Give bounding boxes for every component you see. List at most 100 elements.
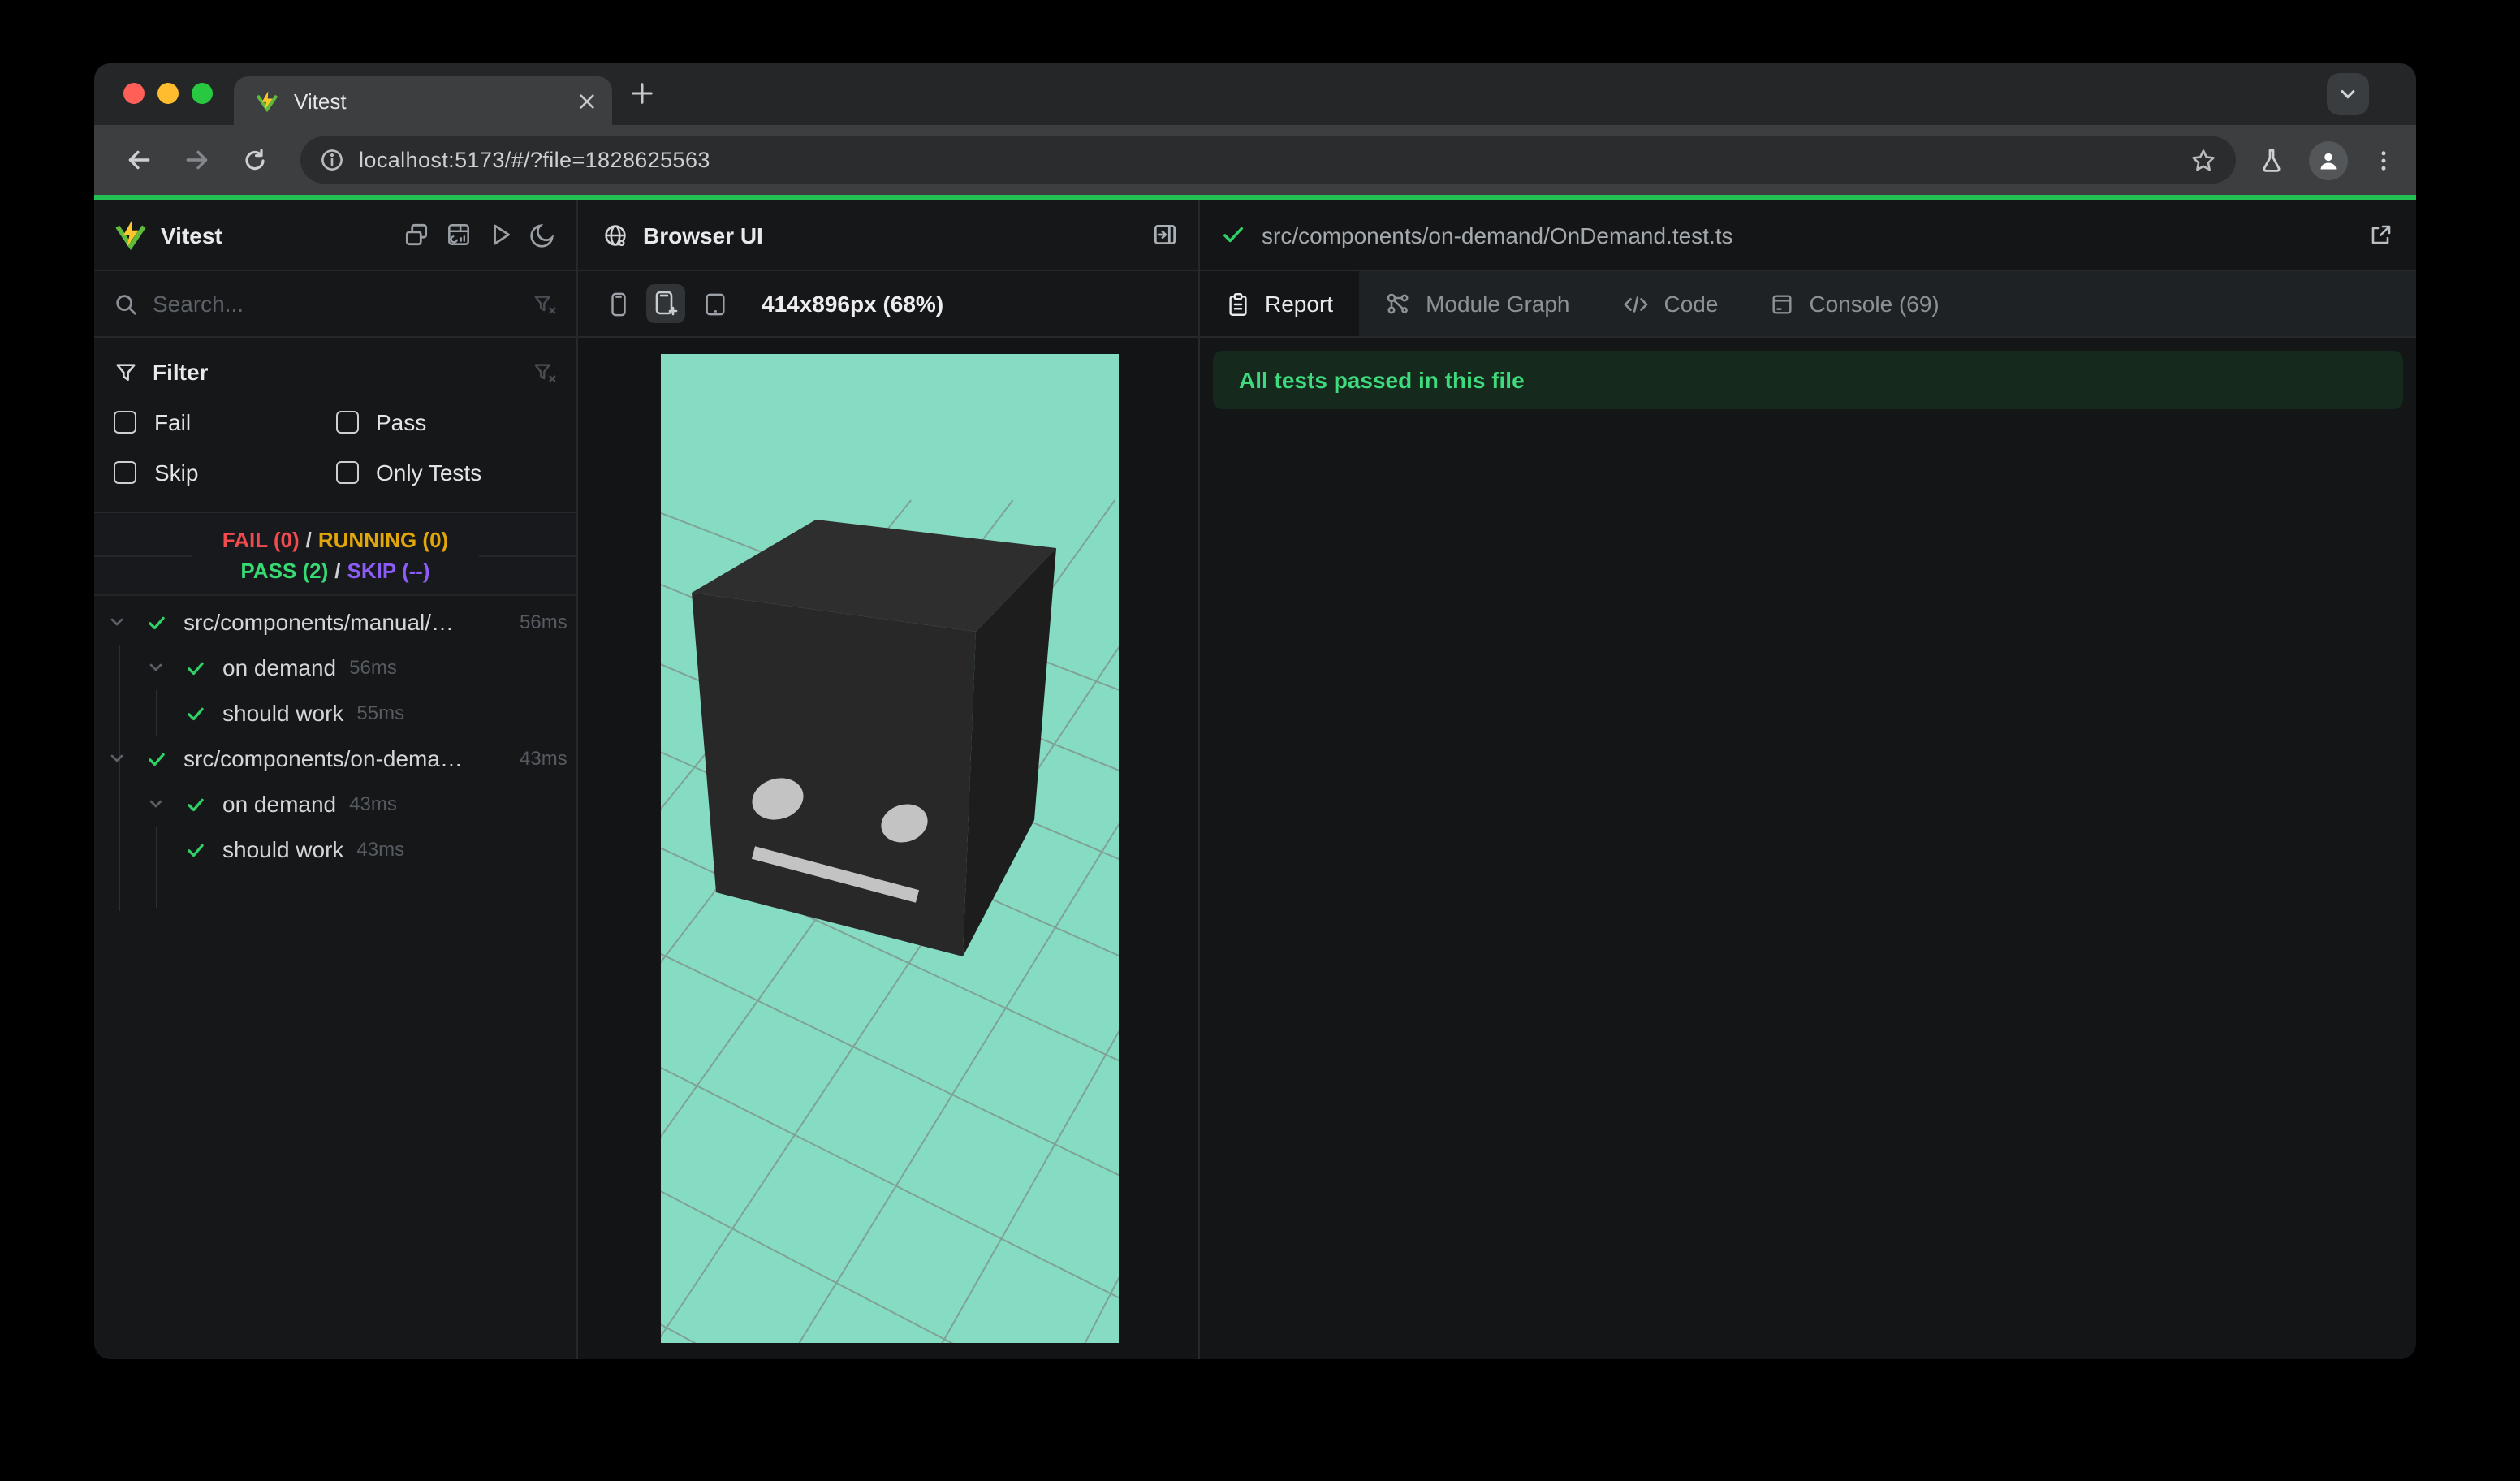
viewport-size-label: 414x896px (68%) [762, 291, 944, 317]
duration: 56ms [520, 611, 567, 633]
filter-label: Pass [376, 409, 427, 435]
menu-kebab-icon[interactable] [2372, 147, 2395, 173]
profile-avatar[interactable] [2309, 140, 2348, 179]
reload-icon[interactable] [232, 137, 278, 183]
pass-check-icon [183, 702, 206, 723]
globe-icon [602, 222, 628, 248]
file-name: src/components/on-dema… [183, 745, 463, 771]
browser-toolbar: localhost:5173/#/?file=1828625563 [94, 125, 2416, 195]
browser-ui-title: Browser UI [643, 222, 763, 248]
funnel-icon [114, 360, 138, 384]
tree-test-row[interactable]: should work 55ms [94, 690, 576, 736]
tab-report[interactable]: Report [1200, 271, 1360, 336]
checkbox-icon[interactable] [114, 411, 136, 434]
browser-window: Vitest localhost:5173/#/?file=1828625563… [94, 63, 2416, 1359]
report-body: All tests passed in this file [1200, 338, 2416, 1359]
tree-suite-row[interactable]: on demand 43ms [94, 781, 576, 827]
tab-title: Vitest [294, 89, 347, 113]
duration: 43ms [349, 792, 397, 815]
vitest-logo-icon [114, 218, 148, 252]
site-info-icon[interactable] [320, 148, 344, 172]
window-restore-icon[interactable] [403, 221, 430, 248]
run-all-icon[interactable] [487, 221, 515, 248]
tested-app-viewport[interactable] [661, 354, 1119, 1343]
dark-mode-moon-icon[interactable] [529, 221, 557, 248]
url-text[interactable]: localhost:5173/#/?file=1828625563 [359, 148, 2176, 172]
device-phone-add-selected[interactable] [646, 284, 685, 323]
test-summary: FAIL (0) / RUNNING (0) PASS (2) / SKIP (--) [94, 513, 576, 596]
test-name: should work [222, 836, 344, 862]
tab-module-graph[interactable]: Module Graph [1359, 271, 1595, 336]
test-name: should work [222, 700, 344, 726]
chevron-down-icon[interactable] [106, 749, 128, 768]
suite-name: on demand [222, 791, 337, 817]
tab-console[interactable]: Console (69) [1744, 271, 1965, 336]
zoom-window-button[interactable] [192, 83, 213, 104]
back-icon[interactable] [115, 137, 161, 183]
filter-checkbox-pass[interactable]: Pass [335, 406, 557, 438]
skip-count: SKIP (--) [347, 559, 430, 583]
screen: Vitest localhost:5173/#/?file=1828625563… [0, 0, 2520, 1481]
vitest-favicon-icon [255, 89, 279, 113]
vitest-ui: Vitest Search... Filter Fail Pass Skip O… [94, 200, 2416, 1359]
tree-test-row[interactable]: should work 43ms [94, 827, 576, 872]
test-tree: src/components/manual/… 56ms on demand 5… [94, 596, 576, 1359]
browser-ui-panel: Browser UI 414x896px (68%) [578, 200, 1200, 1359]
duration: 55ms [356, 702, 405, 724]
open-external-icon[interactable] [2367, 222, 2393, 248]
filter-section: Filter Fail Pass Skip Only Tests [94, 338, 576, 513]
browser-tab[interactable]: Vitest [234, 76, 612, 125]
filter-checkbox-fail[interactable]: Fail [114, 406, 335, 438]
clear-search-filter-icon[interactable] [533, 291, 557, 316]
experiments-flask-icon[interactable] [2259, 147, 2285, 173]
duration: 43ms [520, 747, 567, 770]
report-panel: src/components/on-demand/OnDemand.test.t… [1200, 200, 2416, 1359]
forward-icon[interactable] [174, 137, 219, 183]
tab-close-icon[interactable] [578, 92, 596, 110]
chevron-down-icon[interactable] [145, 658, 167, 677]
chevron-down-icon[interactable] [106, 612, 128, 632]
sidebar: Vitest Search... Filter Fail Pass Skip O… [94, 200, 578, 1359]
dashboard-icon[interactable] [445, 221, 472, 248]
new-tab-button[interactable] [630, 81, 654, 106]
tab-search-button[interactable] [2327, 73, 2369, 115]
clear-filter-icon[interactable] [533, 360, 557, 384]
search-input[interactable]: Search... [153, 291, 518, 317]
tree-file-row-selected[interactable]: src/components/on-dema… 43ms [94, 736, 576, 781]
close-window-button[interactable] [123, 83, 145, 104]
toolbar-actions [2259, 140, 2395, 179]
report-header: src/components/on-demand/OnDemand.test.t… [1200, 200, 2416, 271]
device-tablet-icon[interactable] [705, 291, 726, 316]
pass-check-icon [183, 793, 206, 814]
browser-preview-area [578, 338, 1198, 1359]
filter-checkbox-only-tests[interactable]: Only Tests [335, 456, 557, 489]
separator: / [334, 559, 341, 583]
panel-expand-icon[interactable] [1151, 221, 1179, 248]
bookmark-star-icon[interactable] [2190, 147, 2216, 173]
pass-check-icon [145, 748, 167, 769]
app-title: Vitest [161, 222, 222, 248]
checkbox-icon[interactable] [335, 411, 358, 434]
tree-file-row[interactable]: src/components/manual/… 56ms [94, 599, 576, 645]
test-file-path: src/components/on-demand/OnDemand.test.t… [1262, 222, 1733, 248]
traffic-lights [123, 83, 213, 104]
cube-scene [661, 499, 1119, 1343]
tree-suite-row[interactable]: on demand 56ms [94, 645, 576, 690]
duration: 43ms [356, 838, 405, 861]
filter-checkbox-skip[interactable]: Skip [114, 456, 335, 489]
tab-label: Code [1663, 291, 1719, 317]
tab-code[interactable]: Code [1596, 271, 1745, 336]
fail-count: FAIL (0) [222, 528, 300, 552]
filter-label: Fail [154, 409, 192, 435]
pass-check-icon [183, 657, 206, 678]
minimize-window-button[interactable] [158, 83, 179, 104]
chevron-down-icon[interactable] [145, 794, 167, 814]
search-bar[interactable]: Search... [94, 271, 576, 338]
file-name: src/components/manual/… [183, 609, 455, 635]
checkbox-icon[interactable] [335, 461, 358, 484]
browser-ui-header: Browser UI [578, 200, 1198, 271]
checkbox-icon[interactable] [114, 461, 136, 484]
device-phone-small-icon[interactable] [611, 291, 627, 316]
address-bar[interactable]: localhost:5173/#/?file=1828625563 [300, 136, 2236, 184]
all-tests-passed-banner: All tests passed in this file [1213, 351, 2403, 409]
